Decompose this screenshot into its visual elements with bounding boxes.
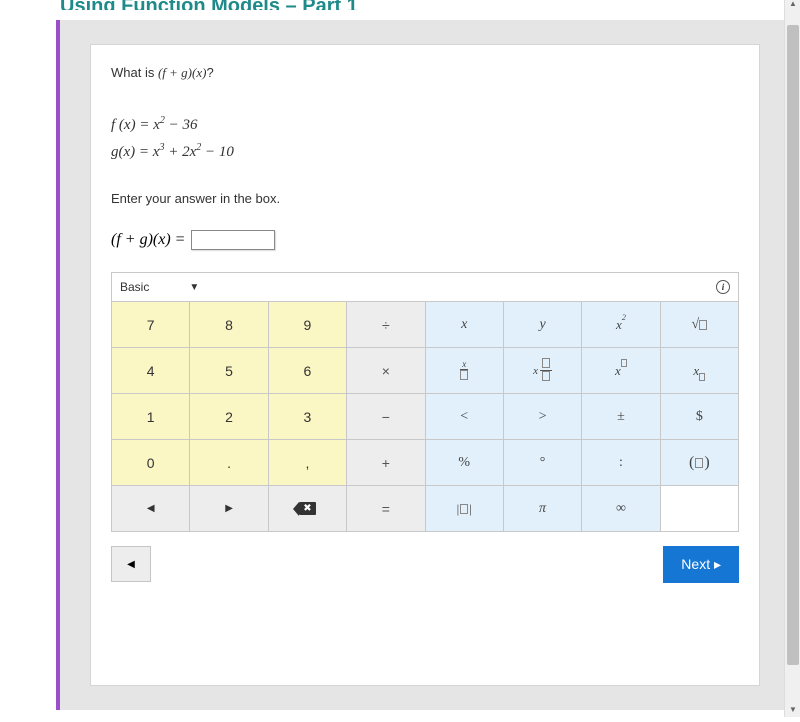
question-text: What is (f + g)(x)? — [111, 65, 739, 81]
scrollbar[interactable]: ▲ ▼ — [784, 0, 800, 717]
key-absolute[interactable]: || — [426, 486, 504, 532]
keypad: 7 8 9 ÷ x y x2 √ 4 5 6 × x x x x 1 2 3 — [111, 302, 739, 532]
key-9[interactable]: 9 — [269, 302, 347, 348]
key-plus[interactable]: + — [347, 440, 425, 486]
chevron-down-icon: ▼ — [189, 282, 199, 293]
key-decimal[interactable]: . — [190, 440, 268, 486]
key-8[interactable]: 8 — [190, 302, 268, 348]
key-percent[interactable]: % — [426, 440, 504, 486]
key-cursor-left[interactable]: ◀ — [112, 486, 190, 532]
key-3[interactable]: 3 — [269, 394, 347, 440]
key-equals[interactable]: = — [347, 486, 425, 532]
key-6[interactable]: 6 — [269, 348, 347, 394]
key-5[interactable]: 5 — [190, 348, 268, 394]
key-degree[interactable]: ° — [504, 440, 582, 486]
info-icon[interactable]: i — [716, 280, 730, 294]
key-dollar[interactable]: $ — [661, 394, 739, 440]
key-pi[interactable]: π — [504, 486, 582, 532]
key-backspace[interactable]: ✖ — [269, 486, 347, 532]
key-minus[interactable]: − — [347, 394, 425, 440]
key-cursor-right[interactable]: ▶ — [190, 486, 268, 532]
fx-expression: f (x) = x2 − 36 — [111, 115, 739, 134]
key-infinity[interactable]: ∞ — [582, 486, 660, 532]
next-button[interactable]: Next ▸ — [663, 546, 739, 583]
key-subscript[interactable]: x — [661, 348, 739, 394]
key-blank — [661, 486, 739, 532]
nav-controls: ◀ Next ▸ — [111, 546, 739, 583]
key-greater-than[interactable]: > — [504, 394, 582, 440]
answer-lhs: (f + g)(x) = — [111, 231, 185, 249]
dropdown-label: Basic — [120, 280, 149, 294]
key-fraction[interactable]: x — [426, 348, 504, 394]
key-y[interactable]: y — [504, 302, 582, 348]
question-card: What is (f + g)(x)? f (x) = x2 − 36 g(x)… — [90, 44, 760, 686]
key-less-than[interactable]: < — [426, 394, 504, 440]
key-exponent[interactable]: x — [582, 348, 660, 394]
key-multiply[interactable]: × — [347, 348, 425, 394]
scroll-down-icon[interactable]: ▼ — [785, 701, 800, 717]
key-sqrt[interactable]: √ — [661, 302, 739, 348]
key-comma[interactable]: , — [269, 440, 347, 486]
key-colon[interactable]: : — [582, 440, 660, 486]
key-4[interactable]: 4 — [112, 348, 190, 394]
instruction-text: Enter your answer in the box. — [111, 191, 739, 206]
key-x[interactable]: x — [426, 302, 504, 348]
scroll-thumb[interactable] — [787, 25, 799, 665]
key-divide[interactable]: ÷ — [347, 302, 425, 348]
prev-button[interactable]: ◀ — [111, 546, 151, 582]
key-1[interactable]: 1 — [112, 394, 190, 440]
keypad-toolbar: Basic ▼ i — [111, 272, 739, 302]
key-0[interactable]: 0 — [112, 440, 190, 486]
scroll-up-icon[interactable]: ▲ — [785, 0, 800, 11]
key-plus-minus[interactable]: ± — [582, 394, 660, 440]
key-x-squared[interactable]: x2 — [582, 302, 660, 348]
key-2[interactable]: 2 — [190, 394, 268, 440]
answer-input[interactable] — [191, 230, 275, 250]
gx-expression: g(x) = x3 + 2x2 − 10 — [111, 142, 739, 161]
gray-panel: What is (f + g)(x)? f (x) = x2 − 36 g(x)… — [60, 20, 790, 710]
key-parentheses[interactable]: () — [661, 440, 739, 486]
answer-row: (f + g)(x) = — [111, 230, 739, 250]
key-7[interactable]: 7 — [112, 302, 190, 348]
key-mixed-fraction[interactable]: x — [504, 348, 582, 394]
mode-dropdown[interactable]: Basic ▼ — [120, 280, 199, 294]
page-title: Using Function Models – Part 1 — [0, 0, 800, 10]
content-wrap: What is (f + g)(x)? f (x) = x2 − 36 g(x)… — [56, 20, 790, 710]
